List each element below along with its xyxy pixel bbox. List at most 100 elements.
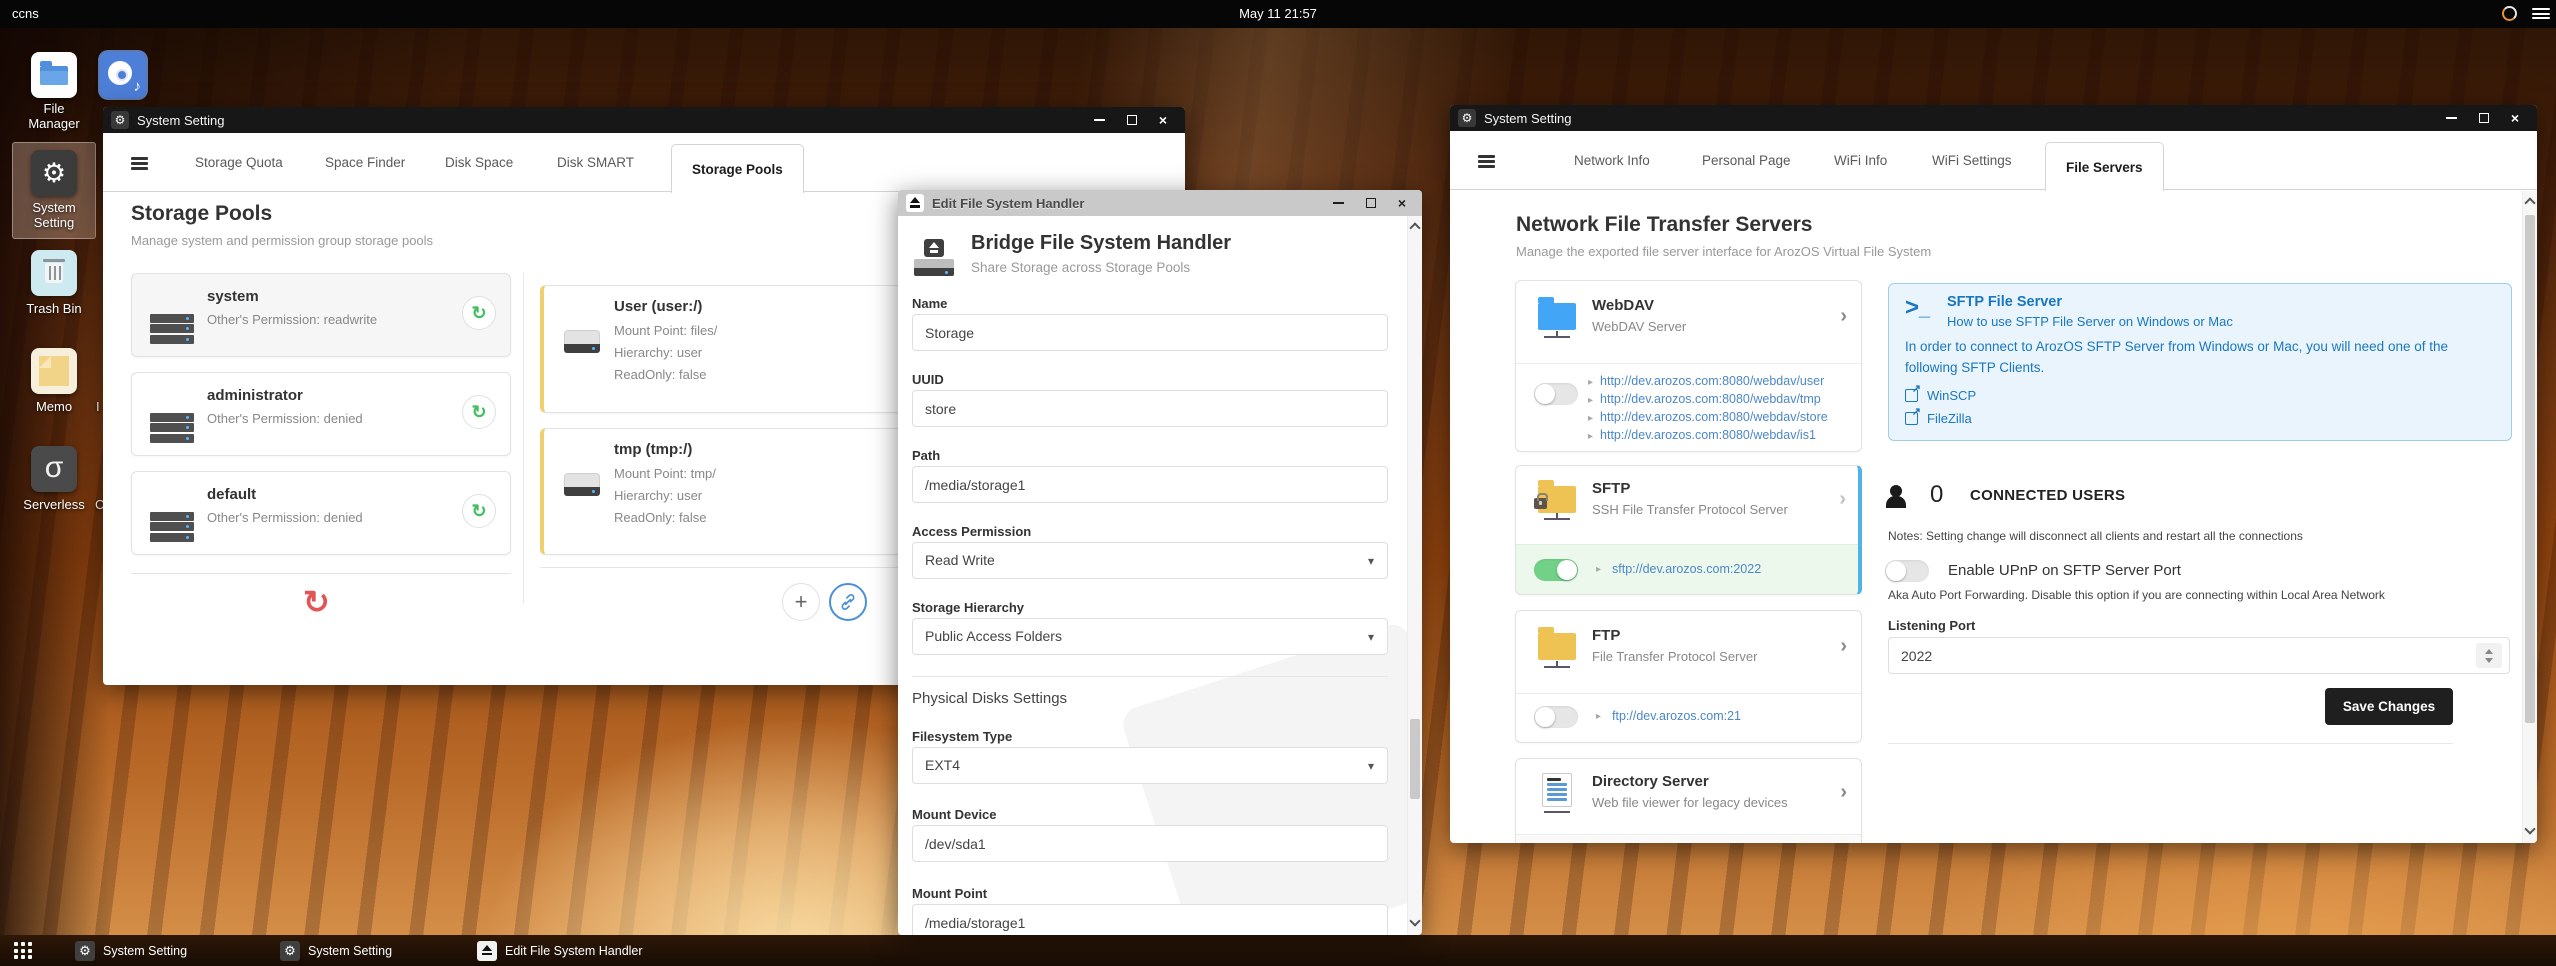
eject-icon <box>477 940 497 961</box>
minimize-button[interactable] <box>1093 119 1105 121</box>
mount-device-input[interactable] <box>912 825 1388 862</box>
pool-permission: Other's Permission: denied <box>207 510 363 525</box>
refresh-pool-button[interactable]: ↻ <box>462 395 496 429</box>
tab-wifi-settings[interactable]: WiFi Settings <box>1928 131 2016 190</box>
section-title: Physical Disks Settings <box>912 690 1068 707</box>
connected-count: 0 <box>1930 481 1944 508</box>
scroll-up-icon[interactable] <box>2524 197 2536 209</box>
storage-hierarchy-select[interactable]: Public Access Folders ▾ <box>912 618 1388 655</box>
pool-card-system[interactable]: system Other's Permission: readwrite ↻ <box>131 273 511 357</box>
tab-disk-space[interactable]: Disk Space <box>441 133 517 192</box>
reload-pools-icon[interactable]: ↻ <box>303 583 330 621</box>
mount-point-input[interactable] <box>912 904 1388 935</box>
chevron-right-icon[interactable]: › <box>1840 635 1847 658</box>
serverless-icon[interactable]: σ <box>31 446 77 492</box>
chevron-right-icon[interactable]: › <box>1839 488 1846 511</box>
server-desc: WebDAV Server <box>1592 319 1687 334</box>
tab-file-servers[interactable]: File Servers <box>2045 142 2164 191</box>
scrollbar[interactable] <box>2522 191 2537 843</box>
server-card-sftp[interactable]: SFTP SSH File Transfer Protocol Server ›… <box>1515 465 1862 595</box>
chevron-right-icon[interactable]: › <box>1840 781 1847 804</box>
sftp-toggle[interactable] <box>1534 559 1578 581</box>
webdav-link[interactable]: http://dev.arozos.com:8080/webdav/tmp <box>1600 392 1821 406</box>
name-label: Name <box>912 296 948 311</box>
scroll-down-icon[interactable] <box>1409 915 1421 927</box>
sftp-link[interactable]: sftp://dev.arozos.com:2022 <box>1612 562 1761 576</box>
chevron-right-icon[interactable]: › <box>1840 305 1847 328</box>
path-input[interactable] <box>912 466 1388 503</box>
server-name: FTP <box>1592 627 1621 644</box>
close-button[interactable]: × <box>1398 196 1406 210</box>
upnp-toggle[interactable] <box>1885 560 1929 582</box>
minimize-button[interactable] <box>2445 117 2457 119</box>
scroll-up-icon[interactable] <box>1409 222 1421 234</box>
webdav-link[interactable]: http://dev.arozos.com:8080/webdav/is1 <box>1600 428 1816 442</box>
webdav-link[interactable]: http://dev.arozos.com:8080/webdav/store <box>1600 410 1828 424</box>
scrollbar-thumb[interactable] <box>1410 719 1420 799</box>
gear-icon: ⚙ <box>111 111 129 129</box>
client-link-winscp[interactable]: WinSCP <box>1905 382 1976 403</box>
tab-space-finder[interactable]: Space Finder <box>321 133 409 192</box>
tab-wifi-info[interactable]: WiFi Info <box>1830 131 1891 190</box>
name-input[interactable] <box>912 314 1388 351</box>
taskbar-item-edit-fsh[interactable]: Edit File System Handler <box>477 935 643 966</box>
menu-icon[interactable] <box>131 157 148 170</box>
refresh-pool-button[interactable]: ↻ <box>462 494 496 528</box>
maximize-button[interactable] <box>1126 115 1137 125</box>
fsh-card-tmp[interactable]: tmp (tmp:/) Mount Point: tmp/ Hierarchy:… <box>540 428 912 555</box>
pool-card-administrator[interactable]: administrator Other's Permission: denied… <box>131 372 511 456</box>
server-card-directory[interactable]: Directory Server Web file viewer for leg… <box>1515 758 1862 843</box>
access-permission-select[interactable]: Read Write ▾ <box>912 542 1388 579</box>
music-app-icon[interactable]: ♪ <box>100 52 146 98</box>
tab-network-info[interactable]: Network Info <box>1570 131 1654 190</box>
webdav-link[interactable]: http://dev.arozos.com:8080/webdav/user <box>1600 374 1824 388</box>
scrollbar[interactable] <box>1407 216 1422 935</box>
scroll-down-icon[interactable] <box>2524 823 2536 835</box>
scrollbar-thumb[interactable] <box>2525 215 2535 723</box>
column-divider <box>523 273 524 603</box>
maximize-button[interactable] <box>1365 198 1376 208</box>
add-handler-button[interactable]: + <box>782 583 820 621</box>
webdav-toggle[interactable] <box>1534 383 1578 405</box>
ftp-link[interactable]: ftp://dev.arozos.com:21 <box>1612 709 1741 723</box>
tab-storage-pools[interactable]: Storage Pools <box>671 144 804 193</box>
memo-icon[interactable] <box>31 348 77 394</box>
minimize-button[interactable] <box>1332 202 1344 204</box>
sync-spinner-icon[interactable] <box>2502 6 2517 21</box>
server-card-ftp[interactable]: FTP File Transfer Protocol Server › ▸ ft… <box>1515 610 1862 743</box>
tab-bar: Network Info Personal Page WiFi Info WiF… <box>1450 131 2537 191</box>
taskbar-item-system-setting-2[interactable]: ⚙ System Setting <box>280 935 392 966</box>
server-stack-icon <box>150 393 194 443</box>
ftp-toggle[interactable] <box>1534 706 1578 728</box>
fsh-title: User (user:/) <box>614 298 703 315</box>
uuid-input[interactable] <box>912 390 1388 427</box>
pool-card-default[interactable]: default Other's Permission: denied ↻ <box>131 471 511 555</box>
tab-storage-quota[interactable]: Storage Quota <box>191 133 287 192</box>
client-link-filezilla[interactable]: FileZilla <box>1905 405 1972 426</box>
fsh-mount-point: Mount Point: tmp/ <box>614 466 716 481</box>
filesystem-type-select[interactable]: EXT4 ▾ <box>912 747 1388 784</box>
server-card-webdav[interactable]: WebDAV WebDAV Server › ▸ http://dev.arozo… <box>1515 280 1862 452</box>
close-button[interactable]: × <box>2511 111 2519 125</box>
tab-personal-page[interactable]: Personal Page <box>1698 131 1795 190</box>
fsh-card-user[interactable]: User (user:/) Mount Point: files/ Hierar… <box>540 285 912 413</box>
window-titlebar[interactable]: ⚙ System Setting × <box>103 107 1185 133</box>
app-launcher-icon[interactable] <box>14 942 40 959</box>
file-manager-icon[interactable] <box>31 52 77 98</box>
topbar-menu-icon[interactable] <box>2532 8 2550 20</box>
listening-port-input[interactable] <box>1888 637 2510 674</box>
menu-icon[interactable] <box>1478 155 1495 168</box>
trash-bin-icon[interactable] <box>31 250 77 296</box>
directory-toggle-row <box>1516 834 1861 843</box>
system-setting-icon[interactable]: ⚙ <box>31 150 77 196</box>
close-button[interactable]: × <box>1159 113 1167 127</box>
tab-disk-smart[interactable]: Disk SMART <box>553 133 638 192</box>
window-titlebar[interactable]: ⚙ System Setting × <box>1450 105 2537 131</box>
refresh-pool-button[interactable]: ↻ <box>462 296 496 330</box>
bridge-handler-button[interactable] <box>829 583 867 621</box>
number-spinner[interactable] <box>2476 643 2502 668</box>
maximize-button[interactable] <box>2478 113 2489 123</box>
window-titlebar[interactable]: Edit File System Handler × <box>898 190 1422 216</box>
taskbar-item-system-setting-1[interactable]: ⚙ System Setting <box>75 935 187 966</box>
save-changes-button[interactable]: Save Changes <box>2325 688 2453 725</box>
